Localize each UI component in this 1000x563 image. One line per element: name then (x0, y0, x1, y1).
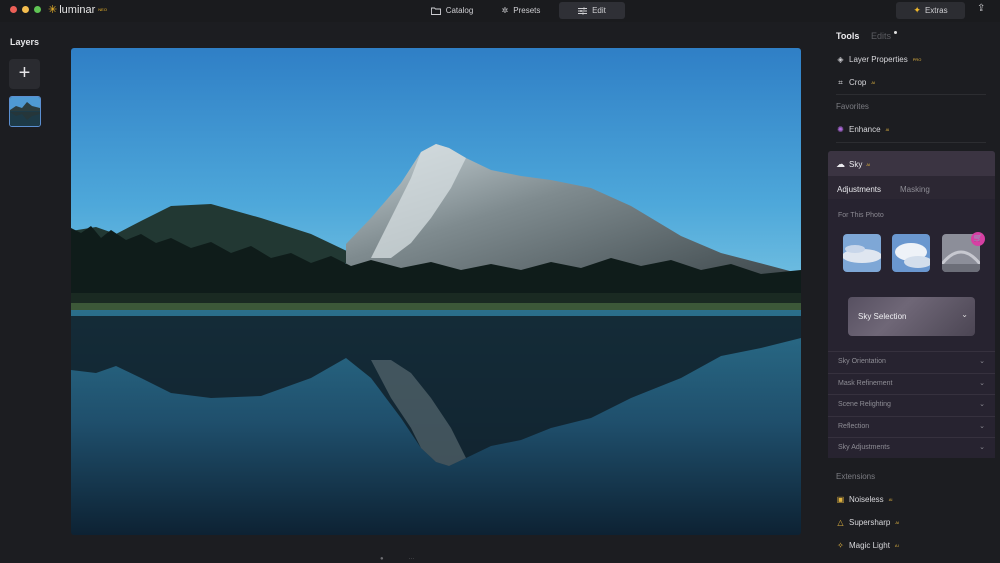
section-label: Sky Orientation (838, 358, 886, 365)
shopping-cart-icon[interactable]: 🛒 (971, 232, 985, 246)
tab-presets-label: Presets (513, 6, 541, 15)
ai-badge: AI (866, 162, 871, 167)
sky-tool-title: ☁ Sky AI (836, 159, 870, 170)
tab-edits[interactable]: Edits (871, 31, 891, 41)
crop-icon: ⌗ (838, 77, 843, 87)
ai-badge: AI (885, 127, 890, 132)
tool-layer-properties[interactable]: ◈ Layer Properties PRO (836, 55, 921, 64)
chevron-down-icon: ⌄ (979, 380, 985, 387)
sliders-icon (578, 7, 588, 14)
chevron-down-icon: ⌄ (961, 310, 968, 319)
tool-layer-properties-label: Layer Properties (849, 55, 908, 64)
layers-title: Layers (10, 37, 40, 47)
app-name: luminar (59, 3, 96, 16)
noiseless-icon: ▣ (836, 495, 845, 504)
extension-noiseless-label: Noiseless (849, 495, 884, 504)
section-label: Sky Adjustments (838, 444, 890, 451)
sky-preset-thumb[interactable] (892, 234, 930, 272)
divider (836, 142, 986, 143)
chevron-down-icon: ⌄ (979, 423, 985, 430)
plus-icon: + (18, 62, 31, 84)
tab-edit[interactable]: Edit (559, 2, 625, 19)
chevron-down-icon: ⌄ (979, 358, 985, 365)
tab-catalog[interactable]: Catalog (420, 2, 484, 19)
tool-crop-label: Crop (849, 78, 867, 87)
section-reflection[interactable]: Reflection ⌄ (828, 416, 995, 438)
extension-supersharp-label: Supersharp (849, 518, 891, 527)
magic-light-icon: ✧ (837, 541, 844, 550)
sky-preset-image (843, 234, 881, 272)
section-label: Scene Relighting (838, 401, 891, 408)
extras-icon: ✦ (913, 5, 921, 15)
extension-magic-light-label: Magic Light (849, 541, 890, 550)
chevron-down-icon: ⌄ (979, 444, 985, 451)
section-sky-orientation[interactable]: Sky Orientation ⌄ (828, 351, 995, 373)
sky-selection-label: Sky Selection (858, 312, 907, 321)
sky-tool-label: Sky (849, 160, 863, 169)
photo-canvas[interactable] (71, 48, 801, 535)
section-mask-refinement[interactable]: Mask Refinement ⌄ (828, 373, 995, 395)
layer-thumbnail-image (10, 97, 40, 126)
tab-presets[interactable]: ✲ Presets (490, 2, 552, 19)
tool-enhance-label: Enhance (849, 125, 881, 134)
sun-icon: ✳ (48, 4, 58, 16)
minimize-window-button[interactable] (22, 6, 29, 13)
layers-icon: ◈ (837, 55, 844, 64)
tab-edit-label: Edit (592, 6, 606, 15)
folder-icon (430, 7, 441, 15)
section-label: Reflection (838, 423, 870, 430)
extension-magic-light[interactable]: ✧ Magic Light AI (836, 541, 899, 550)
add-layer-button[interactable]: + (9, 59, 40, 89)
section-sky-adjustments[interactable]: Sky Adjustments ⌄ (828, 437, 995, 459)
zoom-controls[interactable]: ● ··· (380, 556, 415, 562)
chevron-down-icon: ⌄ (979, 401, 985, 408)
divider (836, 94, 986, 95)
zoom-window-button[interactable] (34, 6, 41, 13)
tab-tools[interactable]: Tools (836, 31, 859, 41)
favorites-title: Favorites (836, 102, 869, 111)
layer-thumbnail[interactable] (9, 96, 41, 127)
app-edition: NEO (98, 7, 107, 12)
sky-selection-dropdown[interactable]: Sky Selection ⌄ (848, 297, 975, 336)
close-window-button[interactable] (10, 6, 17, 13)
extension-noiseless[interactable]: ▣ Noiseless AI (836, 495, 893, 504)
extras-button[interactable]: ✦ Extras (896, 2, 965, 19)
sky-preset-image (892, 234, 930, 272)
tab-catalog-label: Catalog (445, 6, 474, 15)
edits-indicator-dot (894, 31, 897, 34)
ai-badge: AI (894, 543, 899, 548)
sparkle-icon: ✲ (501, 6, 509, 15)
ai-badge: AI (895, 520, 900, 525)
ai-badge: AI (871, 80, 876, 85)
section-label: Mask Refinement (838, 380, 893, 387)
ai-badge: AI (888, 497, 893, 502)
subtab-adjustments[interactable]: Adjustments (836, 183, 882, 196)
cloud-icon: ☁ (836, 159, 845, 169)
for-this-photo-title: For This Photo (838, 212, 884, 219)
app-logo: ✳ luminar NEO (48, 3, 107, 17)
share-icon[interactable]: ⇪ (977, 3, 985, 14)
extensions-title: Extensions (836, 472, 876, 481)
pro-badge: PRO (912, 57, 922, 62)
section-scene-relighting[interactable]: Scene Relighting ⌄ (828, 394, 995, 416)
supersharp-icon: △ (837, 518, 844, 527)
tool-crop[interactable]: ⌗ Crop AI (836, 77, 876, 88)
subtab-masking[interactable]: Masking (899, 183, 931, 196)
enhance-icon: ✺ (837, 125, 844, 134)
extension-supersharp[interactable]: △ Supersharp AI (836, 518, 899, 527)
extras-label: Extras (924, 6, 948, 15)
tool-enhance[interactable]: ✺ Enhance AI (836, 125, 889, 134)
sky-preset-thumb[interactable] (843, 234, 881, 272)
photo-image (71, 48, 801, 535)
